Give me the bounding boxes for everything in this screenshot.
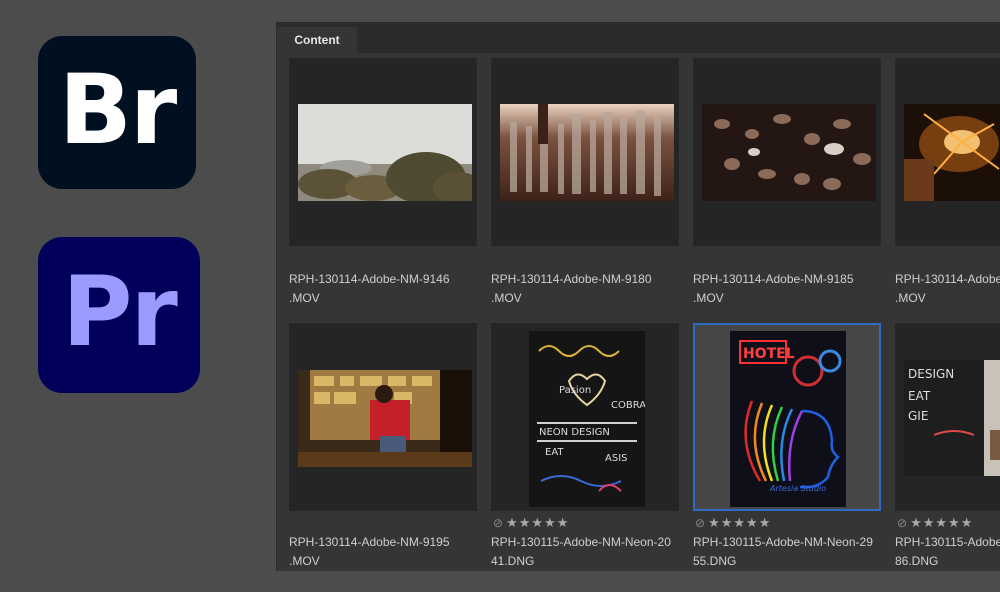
star-icon[interactable]: ★ <box>961 516 973 530</box>
file-name: RPH-130115-Adobe-NM-Neon-20 41.DNG <box>491 535 671 568</box>
file-name: RPH-130115-Adobe-N86.DNG <box>895 535 1000 568</box>
star-icon[interactable]: ★ <box>557 516 569 530</box>
thumbnail-item[interactable]: RPH-130114-Adobe-NM-9180 .MOV <box>491 58 679 305</box>
star-icon[interactable]: ★ <box>506 516 518 530</box>
thumbnail-frame <box>693 58 881 246</box>
svg-text:EAT: EAT <box>908 389 931 403</box>
file-name: RPH-130114-Adobe-NM-9180 .MOV <box>491 272 652 305</box>
thumbnail-image <box>298 370 472 467</box>
file-name: RPH-130115-Adobe-NM-Neon-29 55.DNG <box>693 535 873 568</box>
thumbnail-frame: DESIGN EAT GIE <box>895 323 1000 511</box>
star-icon[interactable]: ★ <box>519 516 531 530</box>
thumbnail-frame <box>895 58 1000 246</box>
thumbnail-item[interactable]: RPH-130114-Adobe-NM-9.MOV <box>895 58 1000 305</box>
star-icon[interactable]: ★ <box>531 516 543 530</box>
svg-text:HOTEL: HOTEL <box>743 346 795 362</box>
svg-text:GIE: GIE <box>908 409 928 423</box>
thumbnail-image: DESIGN EAT GIE <box>904 360 1000 476</box>
file-name: RPH-130114-Adobe-NM-9146 .MOV <box>289 272 450 305</box>
thumbnail-item[interactable]: DESIGN EAT GIE ⊘ ★ ★ ★ ★ ★ RPH-130115-Adob… <box>895 323 1000 568</box>
svg-text:DESIGN: DESIGN <box>908 367 954 381</box>
thumbnail-image <box>904 104 1000 201</box>
thumbnail-item[interactable]: RPH-130114-Adobe-NM-9146 .MOV <box>289 58 477 305</box>
thumbnail-image <box>702 104 876 201</box>
star-icon[interactable]: ★ <box>721 516 733 530</box>
star-icon[interactable]: ★ <box>544 516 556 530</box>
reject-icon[interactable]: ⊘ <box>897 516 907 530</box>
star-icon[interactable]: ★ <box>923 516 935 530</box>
svg-text:Pasion: Pasion <box>559 385 591 396</box>
svg-text:ASIS: ASIS <box>605 453 628 464</box>
thumbnail-frame <box>289 58 477 246</box>
star-icon[interactable]: ★ <box>759 516 771 530</box>
thumbnail-frame: Pasion COBRA NEON DESIGN EAT ASIS <box>491 323 679 511</box>
reject-icon[interactable]: ⊘ <box>493 516 503 530</box>
panel-tab-bar: Content <box>277 23 1000 53</box>
bridge-app-label: Br <box>58 53 178 166</box>
file-name: RPH-130114-Adobe-NM-9.MOV <box>895 272 1000 305</box>
star-icon[interactable]: ★ <box>746 516 758 530</box>
svg-text:EAT: EAT <box>545 447 564 458</box>
premiere-app-label: Pr <box>62 256 178 368</box>
thumbnail-image <box>298 104 472 201</box>
star-rating[interactable]: ⊘ ★ ★ ★ ★ ★ <box>897 516 973 531</box>
thumbnail-image: Pasion COBRA NEON DESIGN EAT ASIS <box>529 331 645 507</box>
premiere-app-icon[interactable]: Pr <box>38 237 200 393</box>
star-icon[interactable]: ★ <box>910 516 922 530</box>
star-rating[interactable]: ⊘ ★ ★ ★ ★ ★ <box>695 516 771 531</box>
file-name: RPH-130114-Adobe-NM-9195 .MOV <box>289 535 450 568</box>
svg-text:COBRA: COBRA <box>611 400 645 411</box>
star-icon[interactable]: ★ <box>935 516 947 530</box>
thumbnail-frame: HOTEL Artesia Studio <box>693 323 881 511</box>
tab-content[interactable]: Content <box>277 27 357 53</box>
thumbnail-frame <box>289 323 477 511</box>
star-icon[interactable]: ★ <box>948 516 960 530</box>
reject-icon[interactable]: ⊘ <box>695 516 705 530</box>
file-name: RPH-130114-Adobe-NM-9185 .MOV <box>693 272 854 305</box>
thumbnail-image: HOTEL Artesia Studio <box>730 331 846 507</box>
thumbnail-item-selected[interactable]: HOTEL Artesia Studio ⊘ ★ ★ ★ ★ ★ RPH-130… <box>693 323 881 568</box>
thumbnail-item[interactable]: RPH-130114-Adobe-NM-9185 .MOV <box>693 58 881 305</box>
star-icon[interactable]: ★ <box>708 516 720 530</box>
thumbnail-image <box>500 104 674 201</box>
star-icon[interactable]: ★ <box>733 516 745 530</box>
content-panel: Content RPH-130114-Adobe-NM-9146 .MOV RP… <box>276 22 1000 571</box>
svg-text:NEON DESIGN: NEON DESIGN <box>539 427 610 438</box>
thumbnail-item[interactable]: RPH-130114-Adobe-NM-9195 .MOV <box>289 323 477 568</box>
star-rating[interactable]: ⊘ ★ ★ ★ ★ ★ <box>493 516 569 531</box>
thumbnail-frame <box>491 58 679 246</box>
thumbnail-grid: RPH-130114-Adobe-NM-9146 .MOV RPH-130114… <box>277 53 1000 571</box>
svg-text:Artesia Studio: Artesia Studio <box>769 484 826 493</box>
thumbnail-item[interactable]: Pasion COBRA NEON DESIGN EAT ASIS ⊘ ★ ★ … <box>491 323 679 568</box>
bridge-app-icon[interactable]: Br <box>38 36 196 189</box>
